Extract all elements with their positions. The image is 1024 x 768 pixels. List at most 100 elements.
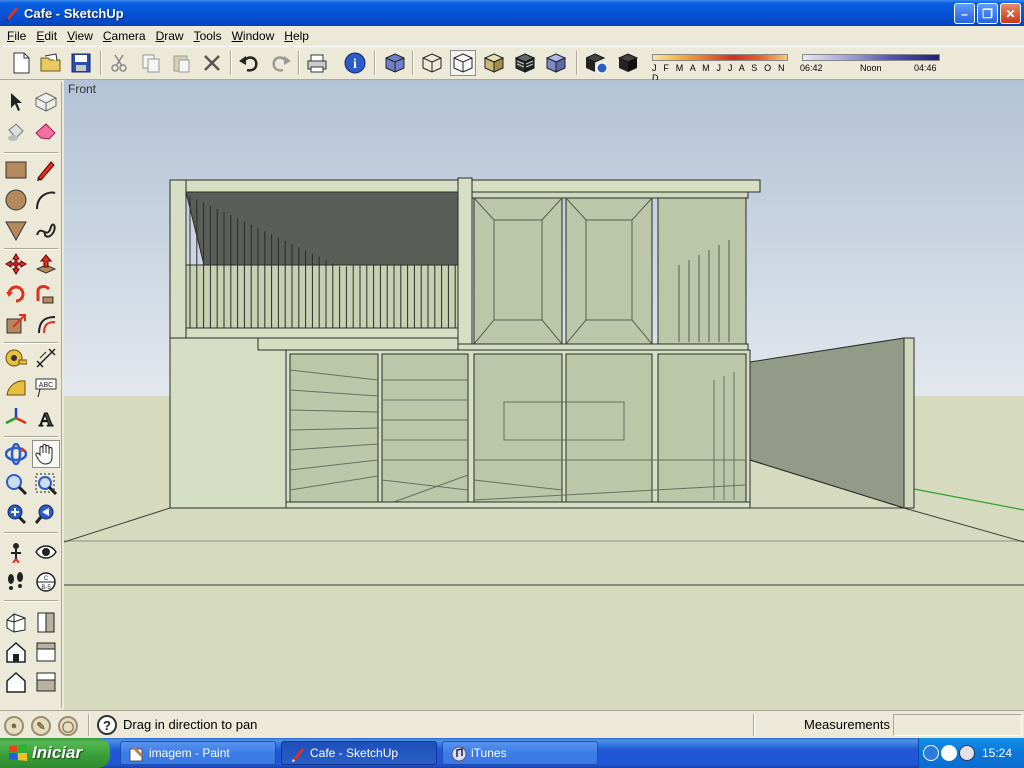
- help-button[interactable]: ?: [97, 715, 117, 735]
- paste-button[interactable]: [168, 50, 194, 76]
- top-view-button[interactable]: [2, 638, 30, 666]
- line-tool[interactable]: [32, 156, 60, 184]
- section-plane-tool[interactable]: C B-5: [32, 568, 60, 596]
- sign-in-button[interactable]: ◯: [58, 716, 78, 736]
- display-shadows-button[interactable]: [615, 50, 641, 76]
- protractor-tool[interactable]: [2, 374, 30, 402]
- position-camera-tool[interactable]: [2, 538, 30, 566]
- tray-network-icon[interactable]: [941, 745, 957, 761]
- previous-view-tool[interactable]: [32, 500, 60, 528]
- shadow-month-slider[interactable]: J F M A M J J A S O N D: [650, 50, 800, 83]
- wireframe-button[interactable]: [419, 50, 445, 76]
- select-tool[interactable]: [2, 88, 30, 116]
- credits-button[interactable]: ✎: [31, 716, 51, 736]
- tray-itunes-icon[interactable]: [959, 745, 975, 761]
- front-view-button[interactable]: [2, 668, 30, 696]
- push-pull-tool[interactable]: [32, 250, 60, 278]
- shadow-time-slider[interactable]: 06:42 Noon 04:46: [800, 50, 944, 76]
- eraser-tool[interactable]: [32, 118, 60, 146]
- close-button[interactable]: ✕: [1000, 3, 1021, 24]
- offset-tool[interactable]: [32, 310, 60, 338]
- status-bar: ● ✎ ◯ ? Drag in direction to pan Measure…: [0, 710, 1024, 738]
- menu-camera[interactable]: Camera: [98, 29, 151, 43]
- freehand-tool[interactable]: [32, 216, 60, 244]
- follow-me-tool[interactable]: [32, 280, 60, 308]
- left-view-button[interactable]: [32, 668, 60, 696]
- task-itunes[interactable]: iTunes: [442, 741, 598, 765]
- move-tool[interactable]: [2, 250, 30, 278]
- iso-view-button[interactable]: [2, 608, 30, 636]
- zoom-window-tool[interactable]: [32, 470, 60, 498]
- right-view-button[interactable]: [32, 608, 60, 636]
- orbit-tool[interactable]: [2, 440, 30, 468]
- scale-tool[interactable]: [2, 310, 30, 338]
- windows-logo-icon: [9, 744, 27, 761]
- status-hint: Drag in direction to pan: [123, 717, 258, 732]
- zoom-tool[interactable]: [2, 470, 30, 498]
- rotate-tool[interactable]: [2, 280, 30, 308]
- left-view-icon: [36, 672, 56, 692]
- monochrome-button[interactable]: [543, 50, 569, 76]
- measurements-input[interactable]: [893, 714, 1022, 736]
- menu-draw[interactable]: Draw: [151, 29, 189, 43]
- previous-view-icon: [35, 504, 54, 524]
- menu-tools[interactable]: Tools: [189, 29, 227, 43]
- save-button[interactable]: [68, 50, 94, 76]
- circle-icon: [5, 189, 27, 211]
- menu-window[interactable]: Window: [227, 29, 280, 43]
- textured-button[interactable]: [512, 50, 538, 76]
- tape-measure-tool[interactable]: [2, 344, 30, 372]
- polygon-icon: [5, 221, 27, 241]
- model-info-button[interactable]: i: [342, 50, 368, 76]
- redo-button[interactable]: [268, 50, 294, 76]
- cut-button[interactable]: [106, 50, 132, 76]
- minimize-button[interactable]: –: [954, 3, 975, 24]
- rectangle-tool[interactable]: [2, 156, 30, 184]
- walk-tool[interactable]: [2, 568, 30, 596]
- xray-button[interactable]: [382, 50, 408, 76]
- circle-tool[interactable]: [2, 186, 30, 214]
- zoom-extents-tool[interactable]: [2, 500, 30, 528]
- undo-button[interactable]: [236, 50, 262, 76]
- print-button[interactable]: [304, 50, 330, 76]
- 3d-text-tool[interactable]: A: [32, 404, 60, 432]
- freehand-icon: [36, 223, 56, 238]
- copy-button[interactable]: [138, 50, 164, 76]
- shaded-button[interactable]: [481, 50, 507, 76]
- new-button[interactable]: [8, 50, 34, 76]
- shadow-settings-button[interactable]: [584, 50, 610, 76]
- menu-camera-accel: C: [102, 29, 112, 43]
- arc-tool[interactable]: [32, 186, 60, 214]
- tray-expand-icon[interactable]: [923, 745, 939, 761]
- menu-help[interactable]: Help: [279, 29, 314, 43]
- task-paint[interactable]: imagem - Paint: [120, 741, 276, 765]
- axes-tool[interactable]: [2, 404, 30, 432]
- polygon-tool[interactable]: [2, 216, 30, 244]
- textured-cube-icon: [514, 53, 536, 73]
- hidden-line-button[interactable]: [450, 50, 476, 76]
- paint-bucket-tool[interactable]: [2, 118, 30, 146]
- tool-palette: ABC A C B-5: [0, 82, 62, 708]
- open-button[interactable]: [38, 50, 64, 76]
- pan-hand-icon: [35, 444, 53, 465]
- dimension-tool[interactable]: [32, 344, 60, 372]
- redo-icon: [272, 56, 291, 72]
- pan-tool[interactable]: [32, 440, 60, 468]
- printer-icon: [307, 54, 327, 73]
- question-mark-icon: ?: [103, 717, 111, 733]
- geo-location-button[interactable]: ●: [4, 716, 24, 736]
- start-button[interactable]: Iniciar: [0, 738, 110, 768]
- look-around-tool[interactable]: [32, 538, 60, 566]
- menu-camera-label: amera: [111, 29, 146, 43]
- text-tool[interactable]: ABC: [32, 374, 60, 402]
- make-component-tool[interactable]: [32, 88, 60, 116]
- model-viewport[interactable]: Front: [64, 80, 1024, 710]
- task-sketchup[interactable]: Cafe - SketchUp: [281, 741, 437, 765]
- menu-tools-label: ools: [199, 29, 222, 43]
- menu-edit[interactable]: Edit: [31, 29, 62, 43]
- menu-file[interactable]: File: [2, 29, 31, 43]
- back-view-button[interactable]: [32, 638, 60, 666]
- menu-view[interactable]: View: [62, 29, 98, 43]
- restore-button[interactable]: ❐: [977, 3, 998, 24]
- erase-button[interactable]: [199, 50, 225, 76]
